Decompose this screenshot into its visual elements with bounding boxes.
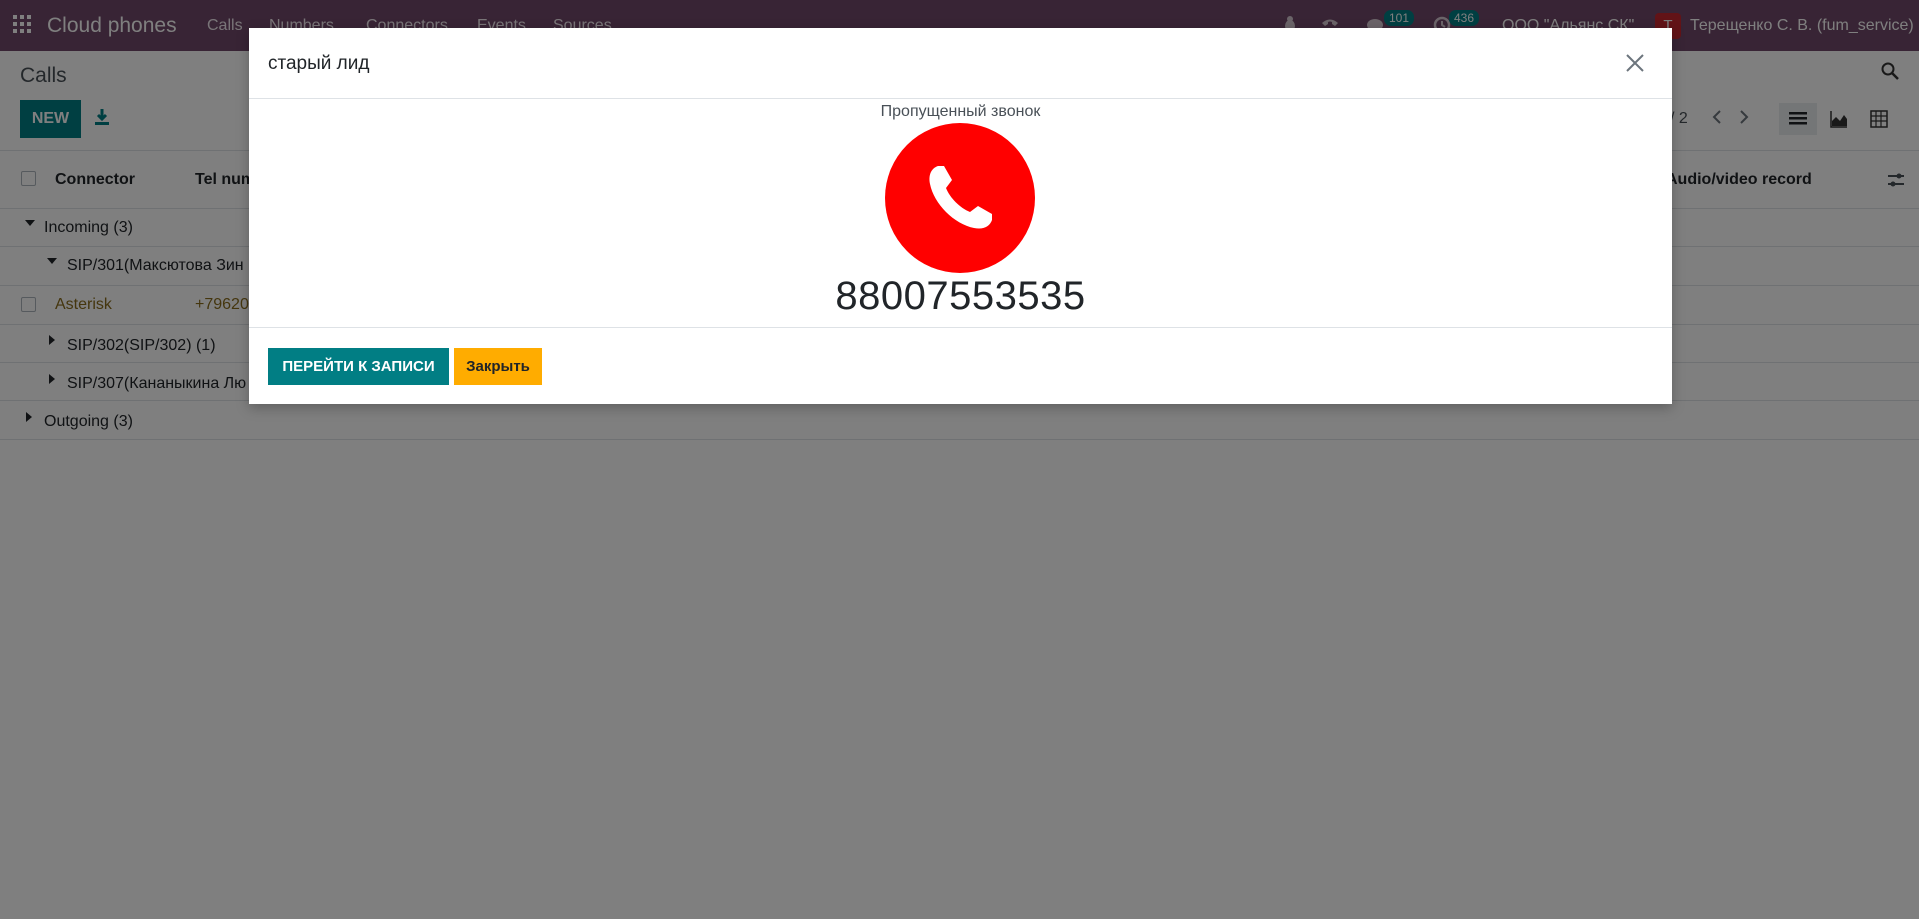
caller-number: 88007553535	[835, 274, 1086, 318]
modal-footer-divider	[249, 327, 1672, 328]
call-dialog: старый лид Пропущенный звонок 8800755353…	[249, 28, 1672, 404]
close-icon[interactable]	[1624, 52, 1646, 74]
modal-header-divider	[249, 98, 1672, 99]
modal-title: старый лид	[268, 53, 370, 74]
call-status: Пропущенный звонок	[880, 103, 1041, 120]
go-to-record-button[interactable]: ПЕРЕЙТИ К ЗАПИСИ	[268, 348, 449, 385]
close-button[interactable]: Закрыть	[454, 348, 542, 385]
missed-call-indicator	[885, 123, 1035, 273]
phone-icon	[929, 166, 992, 229]
